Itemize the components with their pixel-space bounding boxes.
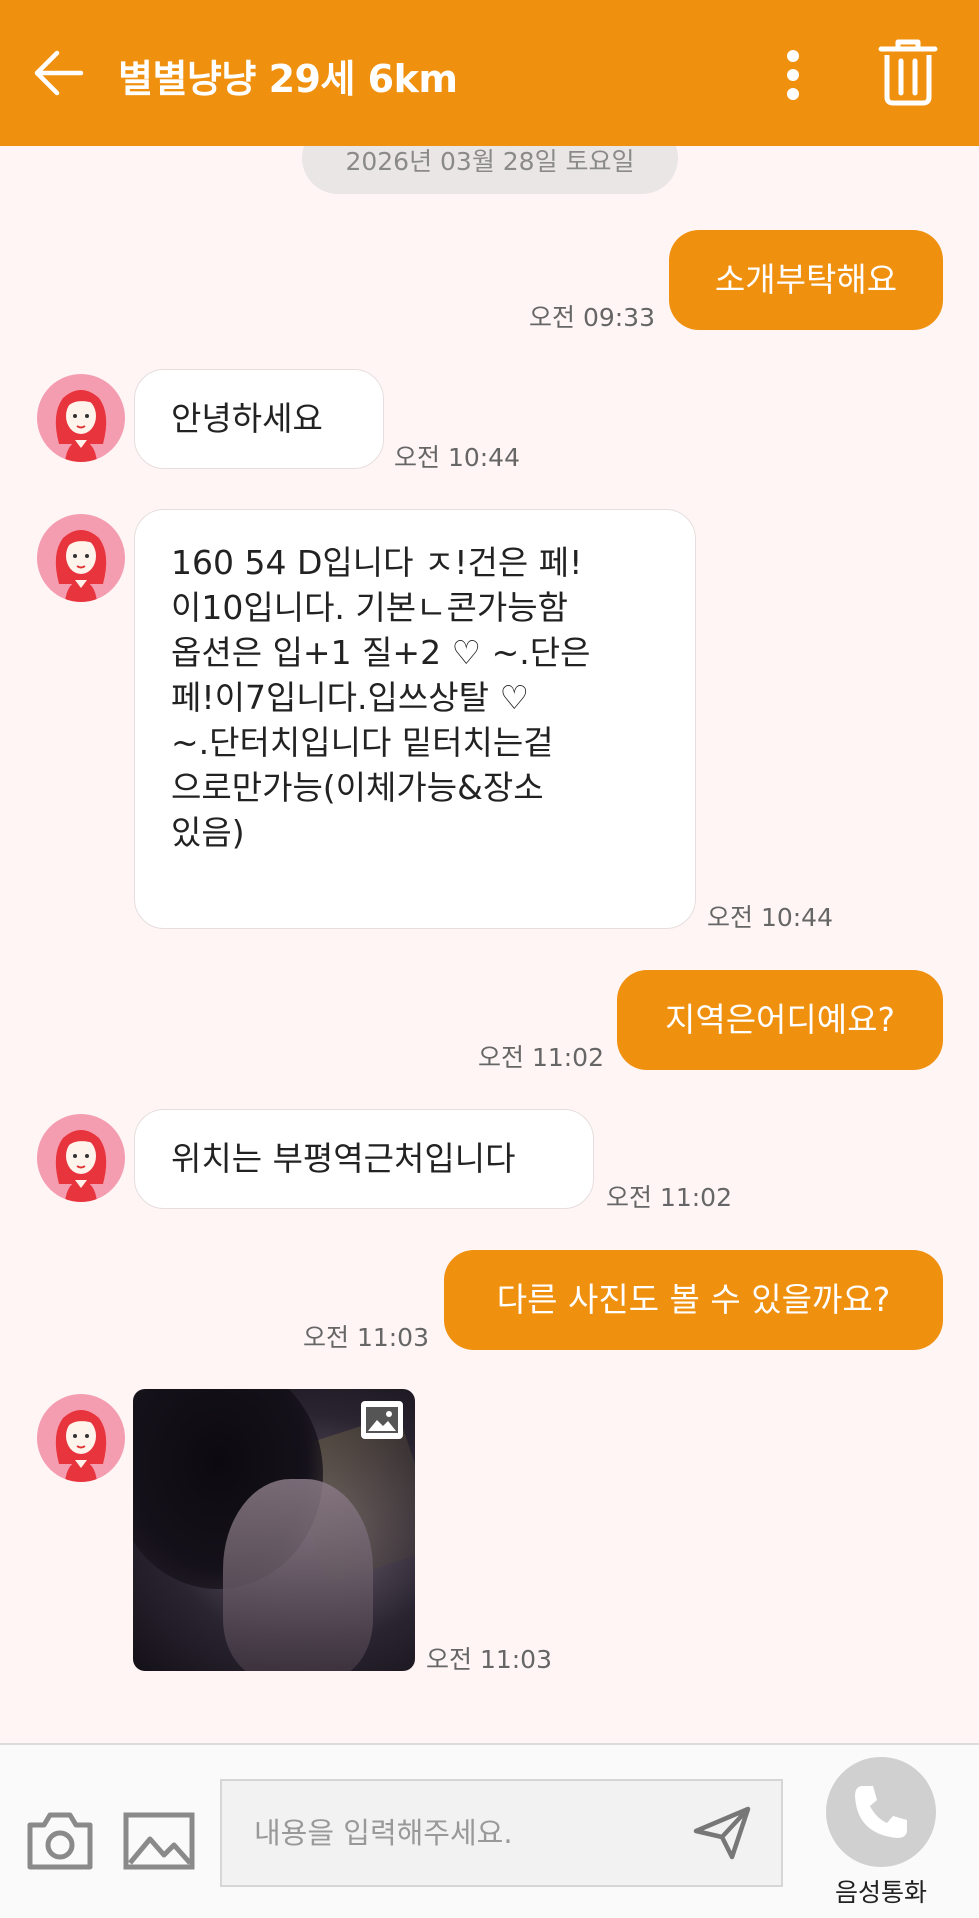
chat-partner-title: 별별냥냥 29세 6km — [118, 57, 458, 101]
trash-icon — [878, 39, 938, 106]
message-composer: 음성통화 — [0, 1743, 979, 1918]
camera-icon — [27, 1812, 93, 1870]
message-time: 오전 09:33 — [529, 303, 655, 332]
message-time: 오전 11:03 — [426, 1645, 552, 1674]
message-line: 이10입니다. 기본ㄴ콘가능함 — [171, 588, 568, 627]
more-vertical-icon — [787, 50, 799, 100]
back-arrow-icon — [34, 50, 84, 96]
message-line: 페!이7입니다.입쓰상탈 ♡ — [171, 678, 530, 717]
send-button[interactable] — [687, 1801, 757, 1865]
message-time: 오전 11:02 — [606, 1183, 732, 1212]
message-bubble-sent[interactable]: 소개부탁해요 — [669, 230, 943, 330]
message-line: 있음) — [171, 813, 245, 852]
image-icon — [123, 1812, 195, 1870]
chat-header: 별별냥냥 29세 6km — [0, 0, 979, 146]
message-time: 오전 11:03 — [303, 1323, 429, 1352]
avatar[interactable] — [37, 514, 125, 602]
message-line: ~.단터치입니다 밑터치는겉 — [171, 723, 554, 762]
chat-message-list[interactable]: 2026년 03월 28일 토요일 소개부탁해요 오전 09:33 안녕하세요 … — [0, 146, 979, 1743]
more-options-button[interactable] — [768, 40, 818, 110]
message-line: 160 54 D입니다 ㅈ!건은 페! — [171, 543, 583, 582]
profile-avatar-icon — [55, 1130, 107, 1202]
message-time: 오전 11:02 — [478, 1043, 604, 1072]
message-bubble-sent[interactable]: 지역은어디예요? — [617, 970, 943, 1070]
avatar[interactable] — [37, 1394, 125, 1482]
avatar[interactable] — [37, 1114, 125, 1202]
delete-chat-button[interactable] — [868, 30, 948, 114]
message-bubble-received[interactable]: 160 54 D입니다 ㅈ!건은 페! 이10입니다. 기본ㄴ콘가능함 옵션은 … — [134, 509, 696, 929]
message-input-container — [220, 1779, 783, 1887]
message-line: 옵션은 입+1 질+2 ♡ ~.단은 — [171, 633, 591, 672]
send-icon — [693, 1806, 751, 1860]
message-bubble-received[interactable]: 안녕하세요 — [134, 369, 384, 469]
back-button[interactable] — [24, 38, 94, 108]
profile-avatar-icon — [55, 530, 107, 602]
phone-icon — [855, 1786, 907, 1838]
message-bubble-received[interactable]: 위치는 부평역근처입니다 — [134, 1109, 594, 1209]
camera-button[interactable] — [24, 1809, 96, 1873]
message-bubble-sent[interactable]: 다른 사진도 볼 수 있을까요? — [444, 1250, 943, 1350]
date-divider: 2026년 03월 28일 토요일 — [302, 146, 678, 194]
message-image-thumbnail[interactable] — [133, 1389, 415, 1671]
voice-call-label: 음성통화 — [834, 1878, 927, 1907]
profile-avatar-icon — [55, 1410, 107, 1482]
gallery-button[interactable] — [122, 1811, 196, 1871]
photo-figure — [223, 1479, 373, 1671]
message-input[interactable] — [222, 1781, 682, 1885]
message-time: 오전 10:44 — [707, 903, 833, 932]
avatar[interactable] — [37, 374, 125, 462]
voice-call-button[interactable] — [826, 1757, 936, 1867]
image-badge-icon — [361, 1401, 403, 1439]
profile-avatar-icon — [55, 390, 107, 462]
message-time: 오전 10:44 — [394, 443, 520, 472]
message-line: 으로만가능(이체가능&장소 — [171, 768, 544, 807]
